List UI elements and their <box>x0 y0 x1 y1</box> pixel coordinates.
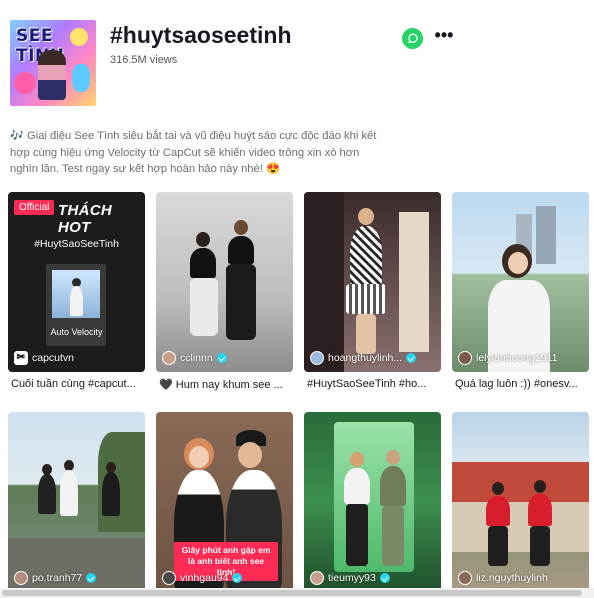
dancer-head <box>234 220 248 235</box>
verified-icon <box>86 573 97 583</box>
capcut-logo-icon: ✂ <box>14 351 28 365</box>
video-author[interactable]: hoangthuylinh... <box>310 351 417 365</box>
background-roof <box>452 462 589 502</box>
video-author[interactable]: liz.nguythuylinh <box>458 571 548 585</box>
dancer-body <box>38 474 56 514</box>
avatar <box>162 351 176 365</box>
dancer-pants <box>530 526 550 566</box>
background-door <box>399 212 429 352</box>
author-name: po.tranh77 <box>32 572 83 584</box>
video-caption[interactable]: #HuytSaoSeeTinh #ho... <box>307 378 441 390</box>
avatar <box>458 351 472 365</box>
video-author[interactable]: lelylanhuong1911 <box>458 351 558 365</box>
video-thumbnail[interactable]: hoangthuylinh... <box>304 192 441 372</box>
dancer-head <box>350 452 364 467</box>
video-card[interactable]: liz.nguythuylinh <box>452 412 589 592</box>
author-name: capcutvn <box>32 352 75 364</box>
dancer-head <box>386 450 400 465</box>
verified-icon <box>379 573 390 583</box>
avatar <box>310 571 324 585</box>
video-card[interactable]: hoangthuylinh... #HuytSaoSeeTinh #ho... <box>304 192 441 390</box>
person-face <box>189 446 209 468</box>
video-thumbnail[interactable]: liz.nguythuylinh <box>452 412 589 592</box>
more-horizontal-icon[interactable]: ••• <box>434 26 454 46</box>
dancer-top <box>344 468 370 504</box>
author-name: lelylanhuong1911 <box>476 352 558 364</box>
avatar <box>458 571 472 585</box>
video-author[interactable]: tieumyy93 <box>310 571 390 585</box>
video-card[interactable]: cclinnn 🖤 Hum nay khum see ... <box>156 192 293 391</box>
avatar <box>14 571 28 585</box>
hashtag-header: SEE TÌNH #huytsaoseetinh 316.5M views ••… <box>10 20 584 110</box>
background-house <box>452 502 589 552</box>
verified-icon <box>406 353 417 363</box>
dancer-skirt <box>346 284 386 314</box>
video-card[interactable]: Official THÁCH HOT #HuytSaoSeeTinh Auto … <box>8 192 145 390</box>
dancer-pants <box>382 506 404 566</box>
dancer-head <box>492 482 504 495</box>
author-name: tieumyy93 <box>328 572 376 584</box>
dancer-legs <box>356 314 376 354</box>
dancer-top <box>228 236 254 264</box>
preview-figure <box>70 286 83 316</box>
dancer-head <box>358 208 374 225</box>
verified-icon <box>232 573 243 583</box>
overlay-hashtag: #HuytSaoSeeTinh <box>34 238 119 250</box>
person-face <box>508 252 528 274</box>
person-face <box>238 442 262 468</box>
cover-figure <box>38 50 66 100</box>
dancer-pants <box>190 278 218 336</box>
horizontal-scrollbar[interactable] <box>0 588 594 598</box>
avatar <box>310 351 324 365</box>
dancer-dress <box>350 226 382 286</box>
dancer-head <box>196 232 210 247</box>
hashtag-description: 🎶 Giai điệu See Tình siêu bắt tai và vũ … <box>10 130 377 175</box>
dancer-pants <box>346 504 368 566</box>
dancer-top <box>190 248 216 278</box>
scrollbar-thumb[interactable] <box>2 590 582 596</box>
official-badge: Official <box>14 200 55 215</box>
video-thumbnail[interactable]: po.tranh77 <box>8 412 145 592</box>
background-wall <box>304 192 344 372</box>
whatsapp-icon[interactable] <box>402 28 423 49</box>
video-author[interactable]: po.tranh77 <box>14 571 97 585</box>
video-thumbnail[interactable]: Official THÁCH HOT #HuytSaoSeeTinh Auto … <box>8 192 145 372</box>
overlay-subtitle: Auto Velocity <box>50 327 103 337</box>
background-building <box>536 206 556 264</box>
video-author[interactable]: vinhgau94 <box>162 571 243 585</box>
video-thumbnail[interactable]: tieumyy93 <box>304 412 441 592</box>
video-author[interactable]: cclinnn <box>162 351 227 365</box>
hashtag-cover-image: SEE TÌNH <box>10 20 96 106</box>
video-card[interactable]: Giây phút anh gặp em là anh biết anh see… <box>156 412 293 592</box>
author-name: hoangthuylinh... <box>328 352 403 364</box>
video-thumbnail[interactable]: Giây phút anh gặp em là anh biết anh see… <box>156 412 293 592</box>
avatar <box>162 571 176 585</box>
dancer-head <box>534 480 546 493</box>
dancer-pants <box>226 264 256 340</box>
cover-decoration <box>72 64 90 92</box>
video-thumbnail[interactable]: cclinnn <box>156 192 293 372</box>
video-caption[interactable]: Quá lag luôn :)) #onesv... <box>455 378 589 390</box>
dancer-body <box>60 470 78 516</box>
author-name: liz.nguythuylinh <box>476 572 548 584</box>
video-card[interactable]: po.tranh77 <box>8 412 145 592</box>
overlay-title: THÁCH HOT <box>58 202 112 236</box>
video-author[interactable]: ✂ capcutvn <box>14 351 74 365</box>
video-card[interactable]: tieumyy93 <box>304 412 441 592</box>
author-name: cclinnn <box>180 352 213 364</box>
video-card[interactable]: lelylanhuong1911 Quá lag luôn :)) #onesv… <box>452 192 589 390</box>
hashtag-title: #huytsaoseetinh <box>110 22 292 48</box>
verified-icon <box>216 353 227 363</box>
cover-decoration <box>14 72 36 94</box>
dancer-top <box>486 496 510 526</box>
video-caption[interactable]: 🖤 Hum nay khum see ... <box>159 378 293 391</box>
view-count: 316.5M views <box>110 54 178 66</box>
author-name: vinhgau94 <box>180 572 229 584</box>
video-caption[interactable]: Cuối tuần cùng #capcut... <box>11 378 145 390</box>
dancer-pants <box>488 526 508 566</box>
dancer-body <box>102 472 120 516</box>
dancer-top <box>528 494 552 526</box>
dancer-top <box>380 466 406 506</box>
video-thumbnail[interactable]: lelylanhuong1911 <box>452 192 589 372</box>
